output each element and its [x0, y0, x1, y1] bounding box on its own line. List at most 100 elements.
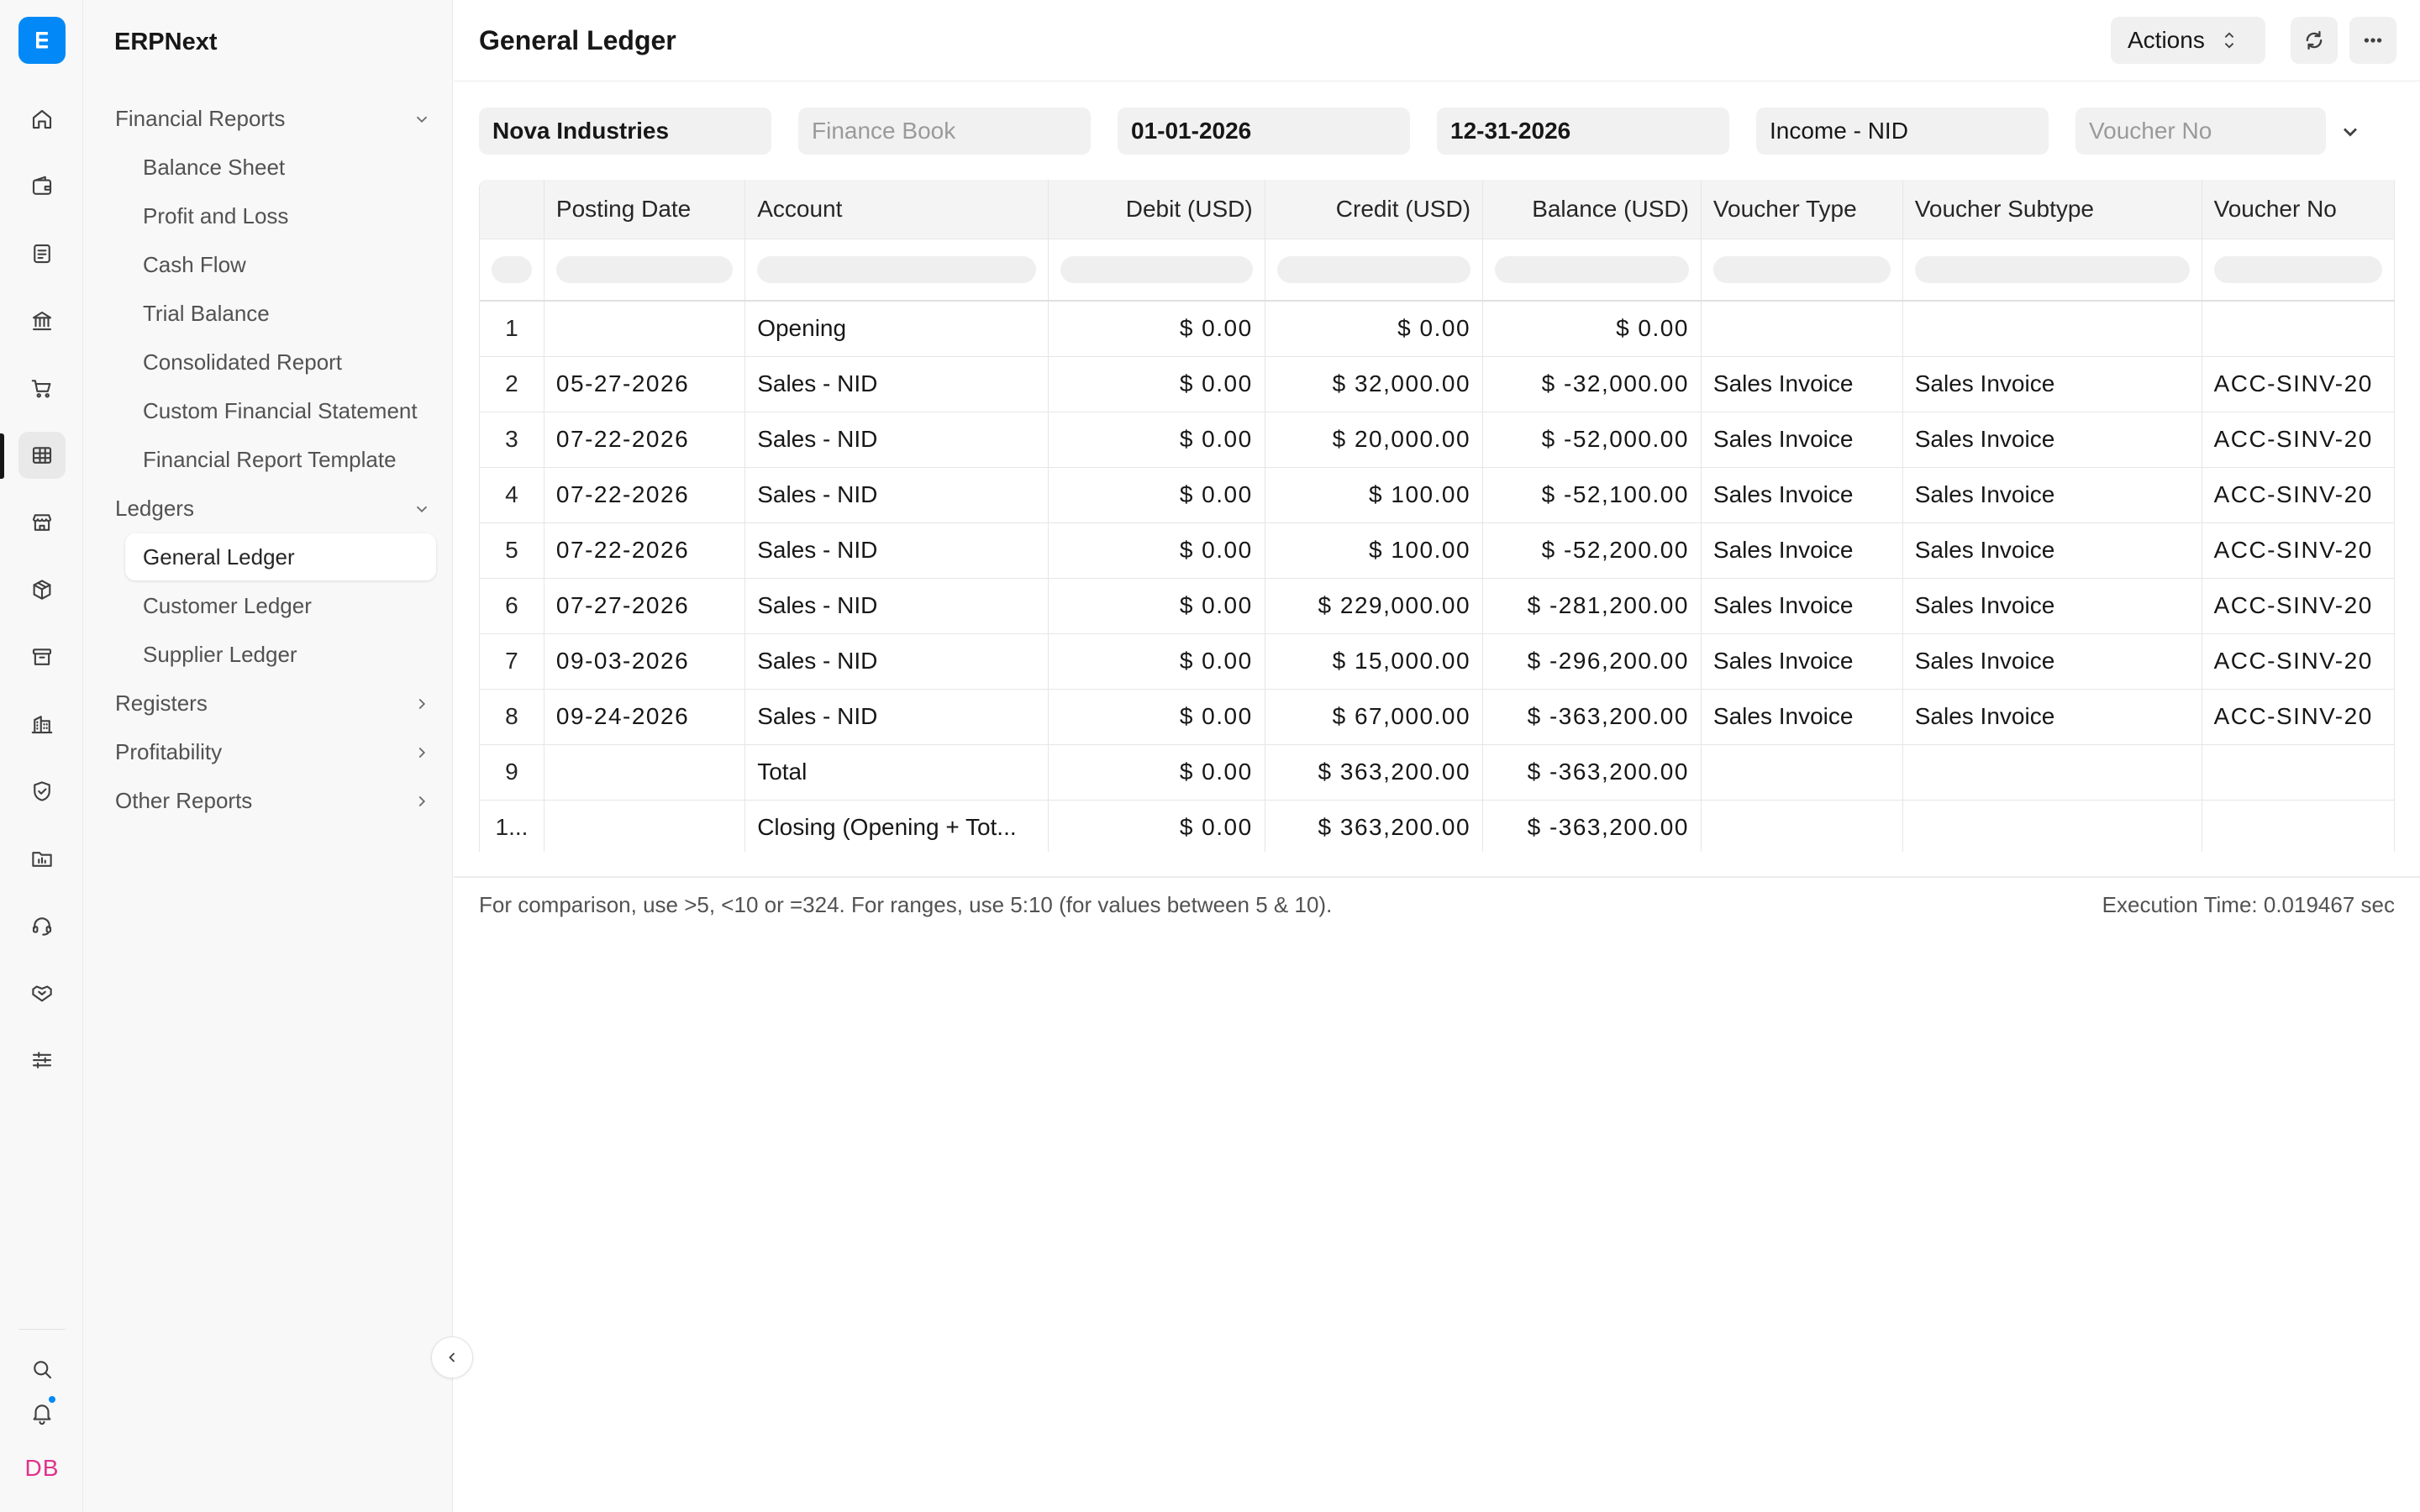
sidebar-item-balance-sheet[interactable]: Balance Sheet [143, 155, 285, 181]
sidebar-item-custom-financial-statement[interactable]: Custom Financial Statement [143, 398, 418, 424]
cart-icon[interactable] [18, 365, 66, 412]
bank-icon[interactable] [18, 297, 66, 344]
posting-date-cell[interactable]: 07-22-2026 [544, 467, 746, 523]
balance-cell[interactable]: $ 0.00 [1482, 300, 1702, 357]
row-number-cell[interactable]: 3 [480, 412, 544, 468]
posting-date-cell[interactable]: 09-03-2026 [544, 633, 746, 690]
column-filter-input[interactable] [1495, 255, 1689, 283]
account-cell[interactable]: Sales - NID [744, 412, 1049, 468]
balance-cell[interactable]: $ -363,200.00 [1482, 744, 1702, 801]
posting-date-cell[interactable] [544, 800, 746, 852]
voucher-subtype-cell[interactable]: Sales Invoice [1902, 578, 2202, 634]
credit-cell[interactable]: $ 363,200.00 [1265, 744, 1484, 801]
column-header-posting-date[interactable]: Posting Date [544, 180, 746, 239]
column-header-voucher-type[interactable]: Voucher Type [1701, 180, 1903, 239]
wallet-icon[interactable] [18, 163, 66, 210]
folder-chart-icon[interactable] [18, 835, 66, 882]
sidebar-item-financial-report-template[interactable]: Financial Report Template [143, 447, 397, 473]
voucher-subtype-cell[interactable]: Sales Invoice [1902, 522, 2202, 579]
from-date-filter[interactable] [1118, 108, 1410, 155]
voucher-subtype-cell[interactable]: Sales Invoice [1902, 467, 2202, 523]
voucher-type-cell[interactable]: Sales Invoice [1701, 689, 1903, 745]
avatar[interactable]: DB [18, 1445, 66, 1492]
sidebar-item-supplier-ledger[interactable]: Supplier Ledger [143, 642, 297, 668]
sidebar-item-cash-flow[interactable]: Cash Flow [143, 252, 246, 278]
voucher-subtype-cell[interactable] [1902, 800, 2202, 852]
building-icon[interactable] [18, 701, 66, 748]
posting-date-cell[interactable] [544, 744, 746, 801]
posting-date-cell[interactable]: 07-22-2026 [544, 412, 746, 468]
balance-cell[interactable]: $ -363,200.00 [1482, 800, 1702, 852]
account-cell[interactable]: Sales - NID [744, 578, 1049, 634]
row-number-cell[interactable]: 7 [480, 633, 544, 690]
column-header-voucher-no[interactable]: Voucher No [2202, 180, 2395, 239]
account-cell[interactable]: Sales - NID [744, 356, 1049, 412]
credit-cell[interactable]: $ 229,000.00 [1265, 578, 1484, 634]
column-filter-input[interactable] [555, 255, 734, 283]
balance-cell[interactable]: $ -52,200.00 [1482, 522, 1702, 579]
account-cell[interactable]: Total [744, 744, 1049, 801]
voucher-no-cell[interactable]: ACC-SINV-20 [2202, 689, 2395, 745]
actions-button[interactable]: Actions [2111, 17, 2265, 64]
credit-cell[interactable]: $ 20,000.00 [1265, 412, 1484, 468]
company-filter[interactable] [479, 108, 771, 155]
credit-cell[interactable]: $ 100.00 [1265, 467, 1484, 523]
more-options-button[interactable] [2349, 17, 2396, 64]
voucher-no-cell[interactable]: ACC-SINV-20 [2202, 633, 2395, 690]
column-filter-input[interactable] [1712, 255, 1891, 283]
balance-cell[interactable]: $ -52,100.00 [1482, 467, 1702, 523]
refresh-button[interactable] [2291, 17, 2338, 64]
voucher-no-cell[interactable]: ACC-SINV-20 [2202, 467, 2395, 523]
table-row[interactable]: 4 07-22-2026 Sales - NID $ 0.00 $ 100.00 $ -5… [480, 467, 2395, 523]
table-row[interactable]: 7 09-03-2026 Sales - NID $ 0.00 $ 15,000.00 $… [480, 633, 2395, 690]
debit-cell[interactable]: $ 0.00 [1048, 689, 1265, 745]
finance-book-filter[interactable] [798, 108, 1091, 155]
sliders-icon[interactable] [18, 1037, 66, 1084]
account-cell[interactable]: Sales - NID [744, 689, 1049, 745]
debit-cell[interactable]: $ 0.00 [1048, 522, 1265, 579]
table-row[interactable]: 2 05-27-2026 Sales - NID $ 0.00 $ 32,000.00 $… [480, 356, 2395, 412]
voucher-type-cell[interactable]: Sales Invoice [1701, 467, 1903, 523]
bell-icon[interactable] [18, 1389, 66, 1436]
account-cell[interactable]: Opening [744, 300, 1049, 357]
table-row[interactable]: 9 Total $ 0.00 $ 363,200.00 $ -363,200.00 [480, 744, 2395, 801]
sidebar-group-profitability[interactable]: Profitability [115, 739, 431, 765]
column-filter-input[interactable] [1914, 255, 2190, 283]
debit-cell[interactable]: $ 0.00 [1048, 300, 1265, 357]
row-number-cell[interactable]: 9 [480, 744, 544, 801]
voucher-subtype-cell[interactable]: Sales Invoice [1902, 412, 2202, 468]
voucher-type-cell[interactable]: Sales Invoice [1701, 356, 1903, 412]
voucher-type-cell[interactable] [1701, 300, 1903, 357]
debit-cell[interactable]: $ 0.00 [1048, 800, 1265, 852]
more-filters-toggle[interactable] [2336, 118, 2365, 146]
debit-cell[interactable]: $ 0.00 [1048, 356, 1265, 412]
credit-cell[interactable]: $ 0.00 [1265, 300, 1484, 357]
sidebar-item-customer-ledger[interactable]: Customer Ledger [143, 593, 312, 619]
table-row[interactable]: 1 Opening $ 0.00 $ 0.00 $ 0.00 [480, 300, 2395, 357]
credit-cell[interactable]: $ 15,000.00 [1265, 633, 1484, 690]
table-row[interactable]: 8 09-24-2026 Sales - NID $ 0.00 $ 67,000.00 $… [480, 689, 2395, 745]
table-row[interactable]: 1... Closing (Opening + Tot... $ 0.00 $ 363… [480, 800, 2395, 852]
sidebar-item-consolidated-report[interactable]: Consolidated Report [143, 349, 342, 375]
balance-cell[interactable]: $ -32,000.00 [1482, 356, 1702, 412]
voucher-no-cell[interactable] [2202, 800, 2395, 852]
sidebar-group-financial-reports[interactable]: Financial Reports [115, 106, 431, 132]
posting-date-cell[interactable]: 09-24-2026 [544, 689, 746, 745]
home-icon[interactable] [18, 96, 66, 143]
balance-cell[interactable]: $ -296,200.00 [1482, 633, 1702, 690]
voucher-no-filter[interactable] [2075, 108, 2326, 155]
posting-date-cell[interactable]: 07-22-2026 [544, 522, 746, 579]
credit-cell[interactable]: $ 363,200.00 [1265, 800, 1484, 852]
balance-cell[interactable]: $ -363,200.00 [1482, 689, 1702, 745]
voucher-type-cell[interactable]: Sales Invoice [1701, 578, 1903, 634]
voucher-type-cell[interactable] [1701, 744, 1903, 801]
debit-cell[interactable]: $ 0.00 [1048, 412, 1265, 468]
store-icon[interactable] [18, 499, 66, 546]
sidebar-item-trial-balance[interactable]: Trial Balance [143, 301, 270, 327]
voucher-no-cell[interactable] [2202, 744, 2395, 801]
archive-icon[interactable] [18, 633, 66, 680]
column-header-debit[interactable]: Debit (USD) [1048, 180, 1265, 239]
voucher-subtype-cell[interactable] [1902, 300, 2202, 357]
app-logo[interactable] [18, 17, 66, 64]
sidebar-item-general-ledger[interactable]: General Ledger [125, 533, 436, 580]
